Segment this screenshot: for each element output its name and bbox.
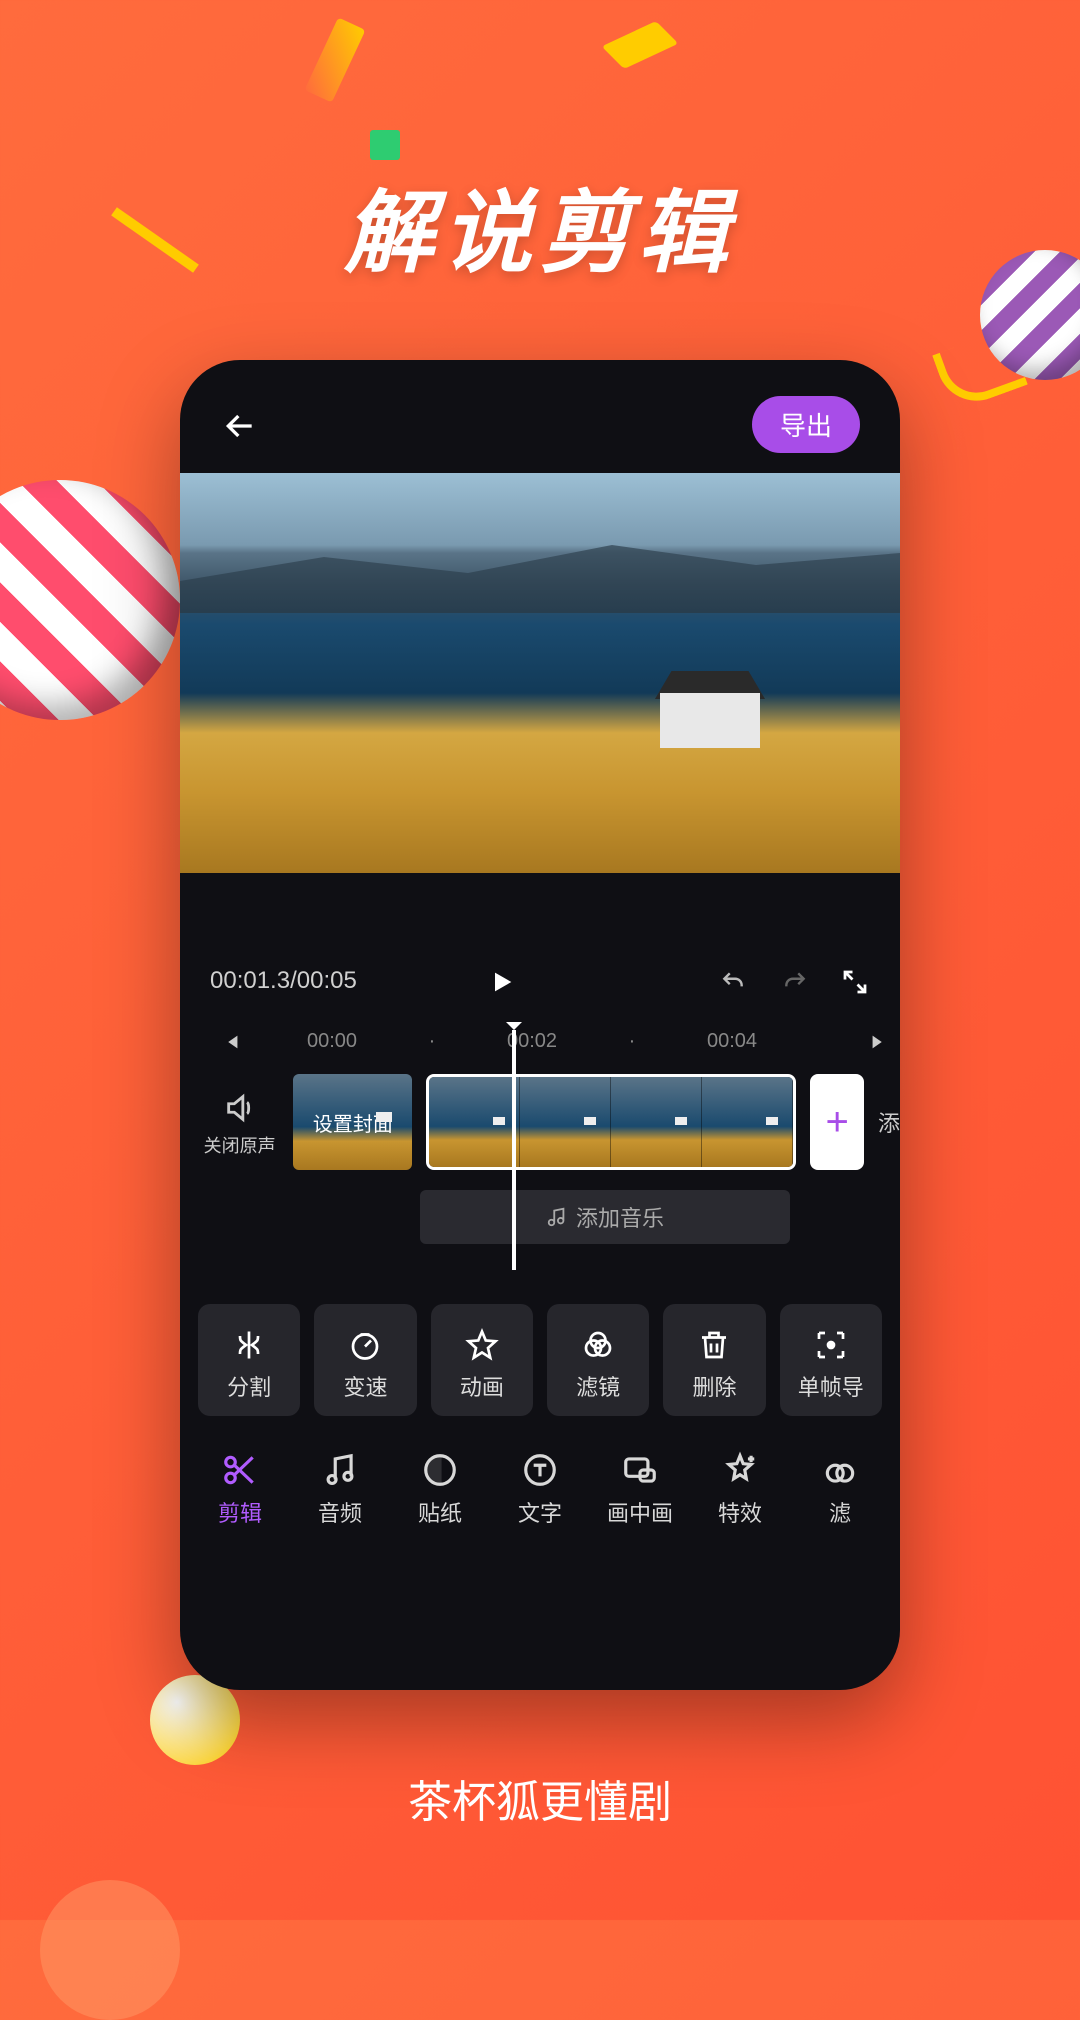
promo-tagline: 茶杯狐更懂剧 (0, 1766, 1080, 1830)
tab-label: 音频 (290, 1496, 390, 1528)
clip-frame (702, 1077, 793, 1167)
timeline: 00:00 · 00:02 · 00:04 关闭原声 设置封面 5.4s (180, 1018, 900, 1244)
expand-icon (840, 967, 870, 997)
plus-icon: + (826, 1100, 849, 1145)
ruler-dot: · (602, 1030, 662, 1053)
play-icon (488, 968, 516, 996)
music-icon (290, 1446, 390, 1492)
video-clip[interactable]: 5.4s (426, 1074, 796, 1170)
preview-graphic (660, 693, 760, 748)
playhead[interactable] (512, 1030, 516, 1270)
trash-icon (667, 1322, 761, 1364)
play-button[interactable] (488, 961, 516, 1000)
tab-label: 滤 (790, 1496, 890, 1528)
ruler-tick: 00:02 (462, 1030, 602, 1053)
ruler-tick: 00:04 (662, 1030, 802, 1053)
video-preview[interactable] (180, 473, 900, 873)
tool-animation[interactable]: 动画 (431, 1304, 533, 1416)
bottom-tabs: 剪辑 音频 贴纸 文字 画中画 特效 滤 (180, 1416, 900, 1528)
confetti (370, 130, 400, 160)
tab-label: 文字 (490, 1496, 590, 1528)
add-clip-label: 添 (878, 1106, 900, 1138)
add-music-button[interactable]: 添加音乐 (420, 1190, 790, 1244)
fullscreen-button[interactable] (840, 964, 870, 998)
set-cover-button[interactable]: 设置封面 (293, 1074, 412, 1170)
export-button[interactable]: 导出 (752, 396, 860, 453)
skip-start-icon (220, 1031, 242, 1053)
sparkle-icon (690, 1446, 790, 1492)
music-note-icon (546, 1206, 568, 1228)
tool-frame-export[interactable]: 单帧导 (780, 1304, 882, 1416)
back-button[interactable] (220, 402, 260, 447)
tool-label: 滤镜 (551, 1370, 645, 1402)
redo-icon (778, 969, 812, 995)
add-clip-button[interactable]: + (810, 1074, 864, 1170)
tab-label: 剪辑 (190, 1496, 290, 1528)
text-icon (490, 1446, 590, 1492)
confetti (305, 17, 366, 102)
cover-label: 设置封面 (313, 1108, 393, 1137)
star-icon (435, 1322, 529, 1364)
skip-start-button[interactable] (200, 1028, 262, 1054)
tab-filter[interactable]: 滤 (790, 1446, 890, 1528)
pip-icon (590, 1446, 690, 1492)
redo-button[interactable] (778, 964, 812, 998)
device-frame: 导出 00:01.3/00:05 00:00 · 00:02 (180, 360, 900, 1690)
ruler-dot: · (402, 1030, 462, 1053)
venn-icon (790, 1446, 890, 1492)
gauge-icon (318, 1322, 412, 1364)
tab-sticker[interactable]: 贴纸 (390, 1446, 490, 1528)
tab-effects[interactable]: 特效 (690, 1446, 790, 1528)
tool-label: 分割 (202, 1370, 296, 1402)
tab-pip[interactable]: 画中画 (590, 1446, 690, 1528)
clip-frame (429, 1077, 520, 1167)
venn-icon (551, 1322, 645, 1364)
tab-edit[interactable]: 剪辑 (190, 1446, 290, 1528)
add-music-label: 添加音乐 (576, 1201, 664, 1233)
undo-button[interactable] (716, 964, 750, 998)
speaker-icon (200, 1087, 279, 1126)
preview-graphic (180, 533, 900, 613)
skip-end-button[interactable] (858, 1028, 900, 1054)
tool-label: 删除 (667, 1370, 761, 1402)
promo-title: 解说剪辑 (0, 160, 1080, 290)
mute-label: 关闭原声 (204, 1136, 276, 1156)
undo-icon (716, 969, 750, 995)
scissors-icon (190, 1446, 290, 1492)
clip-frame (611, 1077, 702, 1167)
tool-delete[interactable]: 删除 (663, 1304, 765, 1416)
split-icon (202, 1322, 296, 1364)
tool-label: 单帧导 (784, 1370, 878, 1402)
clip-tools: 分割 变速 动画 滤镜 删除 单帧导 (180, 1244, 900, 1416)
tab-label: 特效 (690, 1496, 790, 1528)
confetti (602, 21, 679, 69)
deco-ball (0, 480, 180, 720)
frame-export-icon (784, 1322, 878, 1364)
deco-ball (40, 1880, 180, 2020)
player-bar: 00:01.3/00:05 (180, 873, 900, 1018)
clip-frame (520, 1077, 611, 1167)
tab-audio[interactable]: 音频 (290, 1446, 390, 1528)
tool-split[interactable]: 分割 (198, 1304, 300, 1416)
mute-button[interactable]: 关闭原声 (200, 1087, 279, 1158)
tab-label: 画中画 (590, 1496, 690, 1528)
tab-text[interactable]: 文字 (490, 1446, 590, 1528)
arrow-left-icon (220, 406, 260, 446)
skip-end-icon (868, 1031, 890, 1053)
tool-speed[interactable]: 变速 (314, 1304, 416, 1416)
video-track[interactable]: 关闭原声 设置封面 5.4s + 添 (200, 1064, 900, 1176)
tool-filter[interactable]: 滤镜 (547, 1304, 649, 1416)
tool-label: 动画 (435, 1370, 529, 1402)
time-ruler: 00:00 · 00:02 · 00:04 (200, 1018, 900, 1064)
ruler-tick: 00:00 (262, 1030, 402, 1053)
tab-label: 贴纸 (390, 1496, 490, 1528)
time-display: 00:01.3/00:05 (210, 967, 357, 995)
sticker-icon (390, 1446, 490, 1492)
topbar: 导出 (180, 360, 900, 473)
tool-label: 变速 (318, 1370, 412, 1402)
